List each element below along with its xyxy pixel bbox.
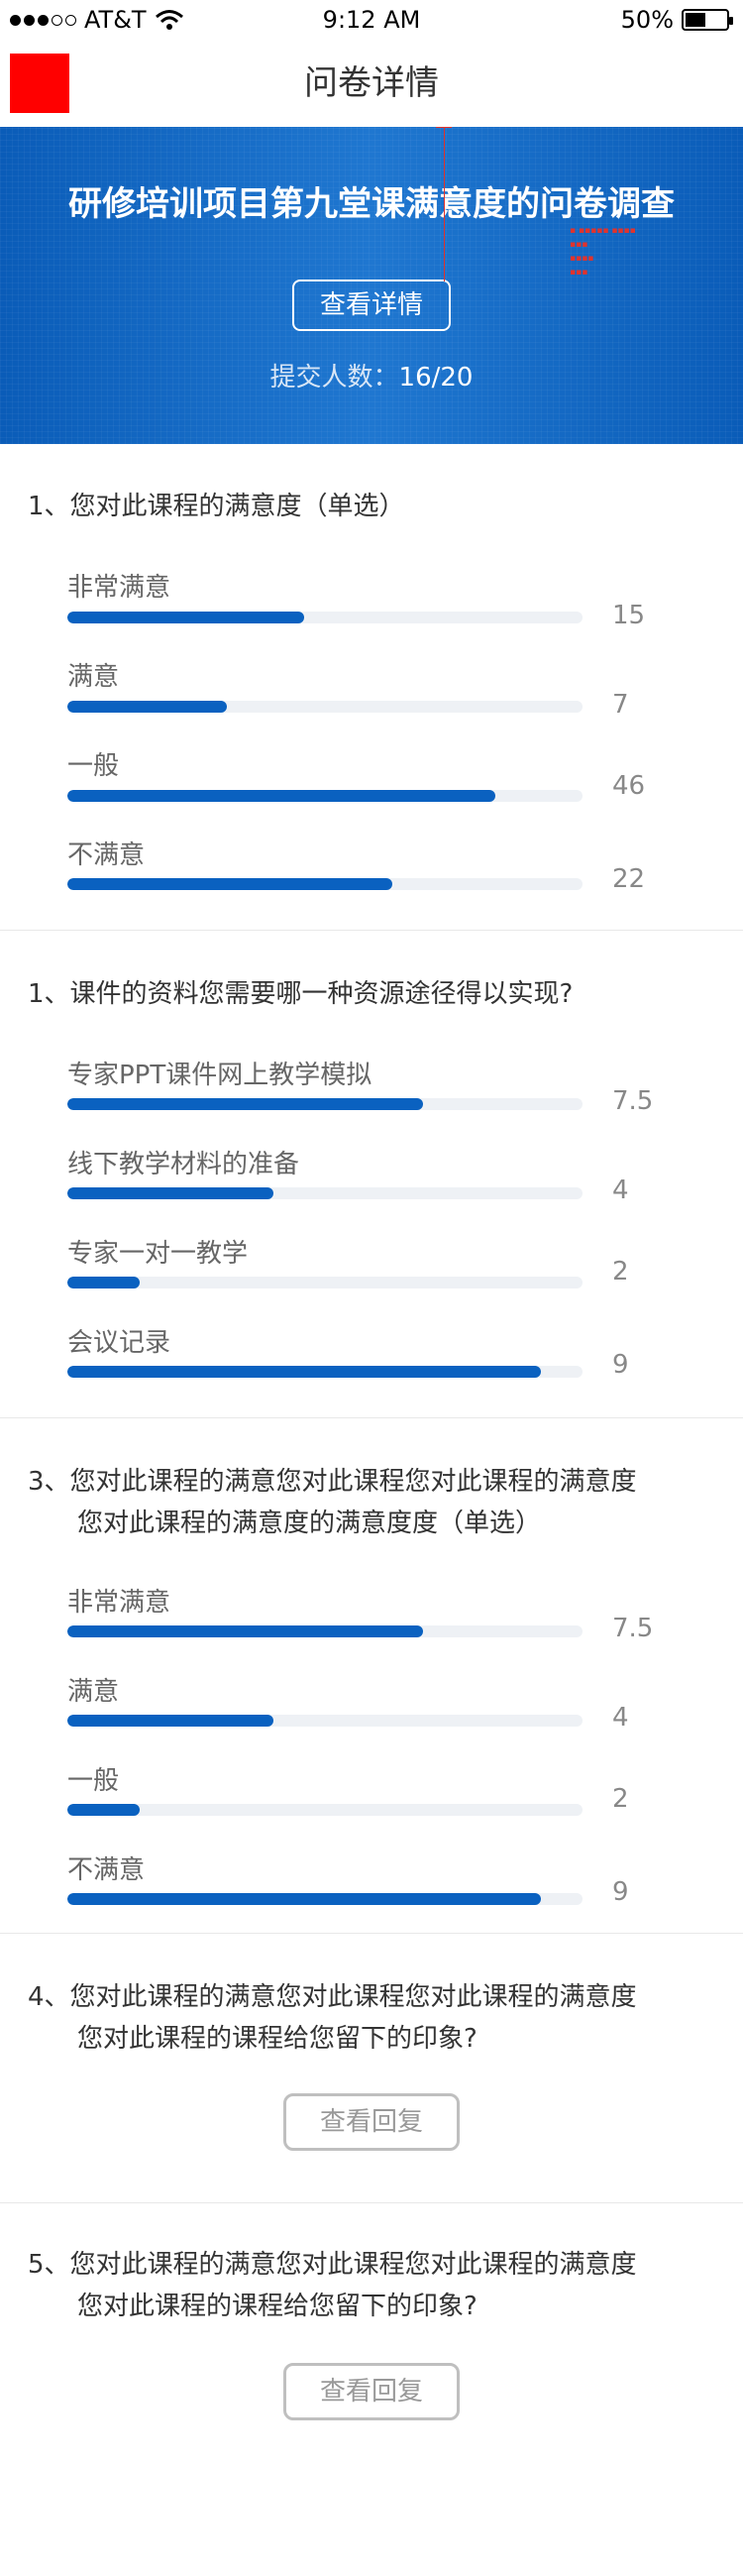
option-value: 22 bbox=[612, 864, 646, 894]
option-bar bbox=[67, 1277, 583, 1288]
submit-count-value: 16/20 bbox=[398, 363, 474, 392]
option-label: 不满意 bbox=[67, 840, 146, 870]
option-value: 7 bbox=[612, 690, 629, 720]
question-1: 1、您对此课程的满意度（单选） bbox=[28, 486, 721, 527]
question-text: 1、您对此课程的满意度（单选） bbox=[28, 492, 405, 521]
submit-count: 提交人数：16/20 bbox=[0, 357, 743, 393]
option-bar-fill bbox=[67, 1187, 273, 1199]
option-value: 2 bbox=[612, 1257, 629, 1287]
question-5: 5、您对此课程的满意您对此课程您对此课程的满意度 您对此课程的课程给您留下的印象… bbox=[28, 2244, 721, 2327]
option-bar bbox=[67, 1804, 583, 1816]
option-bar-fill bbox=[67, 1098, 423, 1110]
question-text: 4、您对此课程的满意您对此课程您对此课程的满意度 bbox=[28, 1982, 637, 2012]
option-bar bbox=[67, 1893, 583, 1905]
section-divider bbox=[0, 1417, 743, 1418]
status-right: 50% bbox=[620, 4, 733, 36]
option-bar bbox=[67, 1187, 583, 1199]
question-4: 4、您对此课程的满意您对此课程您对此课程的满意度 您对此课程的课程给您留下的印象… bbox=[28, 1976, 721, 2060]
back-button[interactable] bbox=[10, 54, 69, 113]
option-bar-fill bbox=[67, 701, 228, 713]
section-divider bbox=[0, 2202, 743, 2203]
option-bar-fill bbox=[67, 878, 392, 890]
view-details-button[interactable]: 查看详情 bbox=[292, 280, 451, 331]
option-label: 会议记录 bbox=[67, 1328, 171, 1358]
option-bar bbox=[67, 878, 583, 890]
option-label: 专家一对一教学 bbox=[67, 1239, 249, 1269]
option-label: 满意 bbox=[67, 662, 120, 692]
option-label: 一般 bbox=[67, 751, 120, 781]
option-label: 线下教学材料的准备 bbox=[67, 1150, 300, 1179]
annotation-note: ▪ ▪▪▪▪▪ ▪▪▪▪ ▪▪▪ ▪▪▪▪ ▪▪▪ bbox=[570, 226, 636, 278]
question-2: 1、课件的资料您需要哪一种资源途径得以实现? bbox=[28, 973, 721, 1015]
nav-bar: 问卷详情 bbox=[0, 40, 743, 127]
view-reply-button[interactable]: 查看回复 bbox=[283, 2363, 460, 2420]
option-label: 不满意 bbox=[67, 1855, 146, 1885]
option-value: 9 bbox=[612, 1877, 629, 1907]
option-label: 非常满意 bbox=[67, 1588, 171, 1618]
option-bar-fill bbox=[67, 1366, 542, 1378]
battery-fill bbox=[686, 13, 705, 27]
option-value: 7.5 bbox=[612, 1086, 654, 1116]
question-text-line2: 您对此课程的满意度的满意度度（单选） bbox=[77, 1509, 542, 1538]
option-bar-fill bbox=[67, 1893, 542, 1905]
option-bar bbox=[67, 612, 583, 623]
option-label: 满意 bbox=[67, 1677, 120, 1707]
option-bar bbox=[67, 1098, 583, 1110]
question-text: 5、您对此课程的满意您对此课程您对此课程的满意度 bbox=[28, 2250, 637, 2280]
option-bar bbox=[67, 701, 583, 713]
option-value: 4 bbox=[612, 1176, 629, 1205]
option-value: 4 bbox=[612, 1703, 629, 1733]
section-divider bbox=[0, 1933, 743, 1934]
option-bar-fill bbox=[67, 1715, 273, 1727]
option-bar-fill bbox=[67, 1277, 140, 1288]
question-text-line2: 您对此课程的课程给您留下的印象? bbox=[77, 2292, 478, 2321]
annotation-tick bbox=[436, 127, 452, 128]
option-bar-fill bbox=[67, 1804, 140, 1816]
option-bar-fill bbox=[67, 612, 305, 623]
question-3: 3、您对此课程的满意您对此课程您对此课程的满意度 您对此课程的满意度的满意度度（… bbox=[28, 1461, 721, 1544]
battery-icon bbox=[682, 9, 733, 31]
option-bar-fill bbox=[67, 790, 495, 802]
option-bar-fill bbox=[67, 1625, 423, 1637]
option-label: 非常满意 bbox=[67, 573, 171, 603]
question-text-line2: 您对此课程的课程给您留下的印象? bbox=[77, 2024, 478, 2054]
option-bar bbox=[67, 1715, 583, 1727]
annotation-line bbox=[444, 127, 445, 281]
option-value: 2 bbox=[612, 1784, 629, 1814]
question-text: 1、课件的资料您需要哪一种资源途径得以实现? bbox=[28, 979, 574, 1009]
option-value: 9 bbox=[612, 1350, 629, 1380]
option-value: 7.5 bbox=[612, 1614, 654, 1643]
question-text: 3、您对此课程的满意您对此课程您对此课程的满意度 bbox=[28, 1467, 637, 1497]
option-bar bbox=[67, 1366, 583, 1378]
battery-percent: 50% bbox=[620, 6, 674, 34]
survey-banner: 研修培训项目第九堂课满意度的问卷调查 查看详情 提交人数：16/20 ▪ ▪▪▪… bbox=[0, 127, 743, 444]
option-label: 一般 bbox=[67, 1766, 120, 1796]
submit-count-label: 提交人数： bbox=[269, 363, 399, 392]
option-value: 15 bbox=[612, 601, 646, 630]
option-label: 专家PPT课件网上教学模拟 bbox=[67, 1061, 372, 1090]
page-title: 问卷详情 bbox=[304, 63, 439, 103]
option-value: 46 bbox=[612, 771, 646, 801]
view-reply-button[interactable]: 查看回复 bbox=[283, 2093, 460, 2151]
option-bar bbox=[67, 790, 583, 802]
survey-title: 研修培训项目第九堂课满意度的问卷调查 bbox=[68, 184, 675, 224]
status-bar: AT&T 9:12 AM 50% bbox=[0, 0, 743, 40]
option-bar bbox=[67, 1625, 583, 1637]
section-divider bbox=[0, 930, 743, 931]
